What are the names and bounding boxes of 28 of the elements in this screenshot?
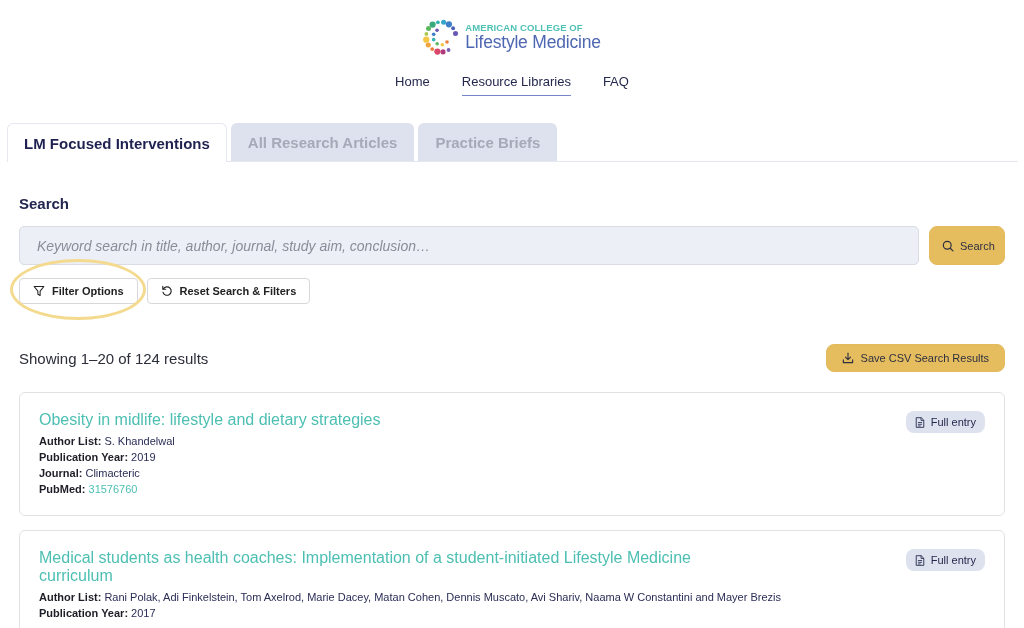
full-entry-button[interactable]: Full entry: [905, 411, 985, 433]
filter-options-button[interactable]: Filter Options: [19, 278, 138, 304]
document-icon: [914, 554, 925, 566]
nav-link[interactable]: Home: [395, 74, 430, 96]
meta-line: Author List: Rani Polak, Adi Finkelstein, Tom Axelrod, Marie Dacey, Matan Cohen, Dennis Muscato, Avi Shariv, Naama W Constantini and Mayer Brezis: [39, 590, 782, 605]
meta-line: Journal: Climacteric: [39, 466, 141, 481]
save-csv-button[interactable]: Save CSV Search Results: [825, 344, 1005, 372]
funnel-icon: [33, 285, 45, 297]
meta-line: Author List: S. Khandelwal: [39, 434, 176, 449]
download-icon: [841, 352, 854, 364]
nav-link[interactable]: Resource Libraries: [461, 74, 571, 96]
search-icon: [942, 239, 954, 252]
results-count: Showing 1–20 of 124 results: [19, 349, 209, 367]
logo-subtitle: AMERICAN COLLEGE OF: [465, 22, 584, 32]
logo-title: Lifestyle Medicine: [465, 34, 601, 52]
counterclockwise-arrow-icon: [160, 285, 173, 297]
search-heading: Search: [19, 194, 71, 214]
meta-label: PubMed:: [39, 483, 86, 495]
dot-ring-logo-icon: [423, 19, 460, 55]
full-entry-button[interactable]: Full entry: [905, 549, 985, 571]
tab[interactable]: LM Focused Interventions: [7, 123, 227, 162]
document-icon: [914, 416, 925, 428]
reset-button[interactable]: Reset Search & Filters: [146, 278, 311, 304]
meta-line: Publication Year: 2017: [39, 606, 157, 621]
meta-line: Publication Year: 2019: [39, 450, 157, 465]
nav-link[interactable]: FAQ: [602, 74, 629, 96]
search-button[interactable]: Search: [929, 226, 1005, 265]
search-field[interactable]: Keyword search in title, author, journal, study aim, conclusion…: [19, 226, 919, 265]
